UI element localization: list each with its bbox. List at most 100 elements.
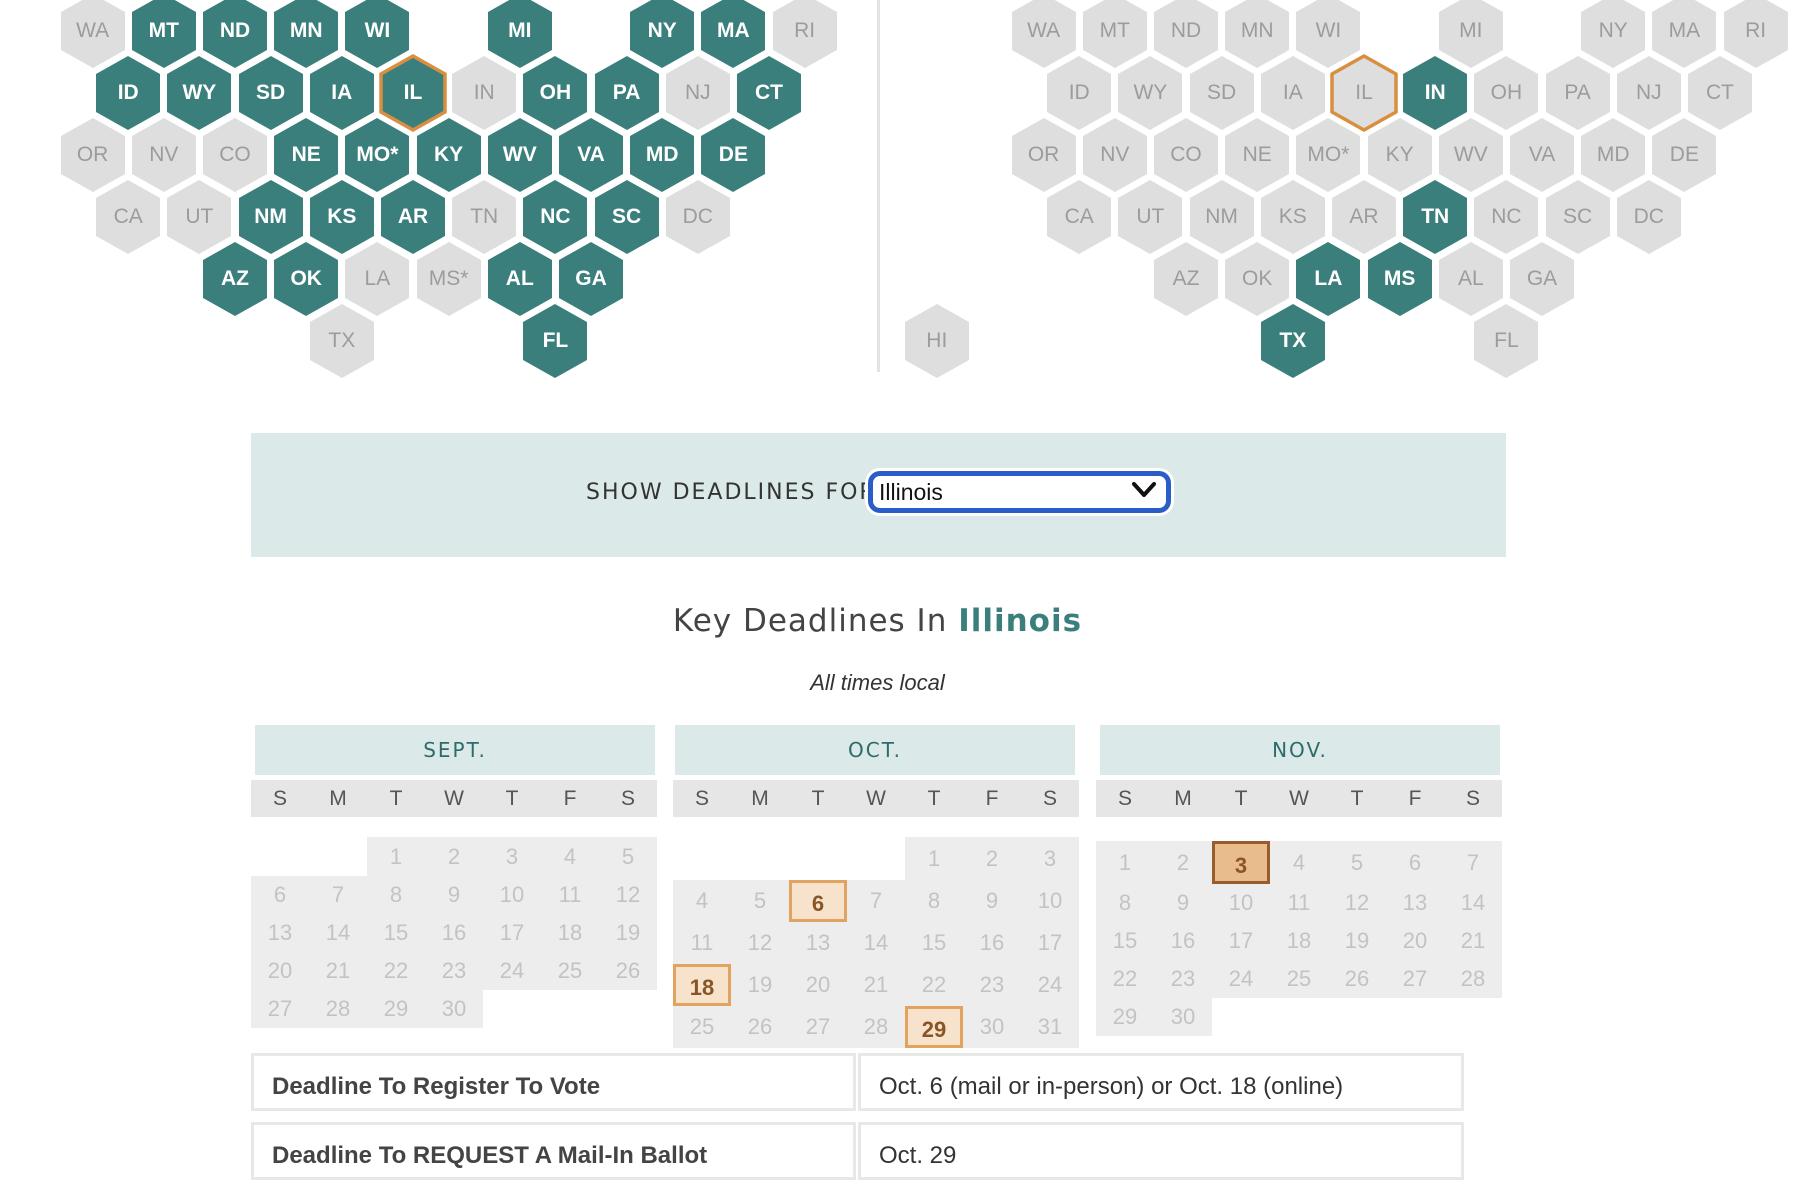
state-hex-label: AZ: [221, 267, 249, 290]
chevron-down-icon: [1132, 482, 1156, 497]
key-deadlines-prefix: Key Deadlines In: [672, 603, 948, 639]
calendar-day: 8: [367, 876, 425, 914]
state-hex-label: MS: [1383, 267, 1416, 290]
state-hex-label: HI: [926, 329, 948, 352]
state-select-value: Illinois: [879, 479, 943, 505]
calendar-day: 23: [425, 952, 483, 990]
calendar-day: 1: [367, 837, 425, 876]
calendar-day: 8: [905, 880, 963, 922]
times-note: All times local: [810, 670, 945, 695]
state-hex-fl[interactable]: FL: [1471, 301, 1541, 381]
deadline-day: 3: [1212, 841, 1270, 884]
calendar-day: 19: [731, 964, 789, 1006]
state-select[interactable]: Illinois: [868, 471, 1171, 513]
state-hex-ms[interactable]: MS: [1365, 239, 1435, 319]
calendar-day: 4: [1270, 841, 1328, 884]
deadline-label-cell: Deadline To REQUEST A Mail-In Ballot: [251, 1122, 856, 1180]
state-hex-ca[interactable]: CA: [93, 177, 163, 257]
state-hex-label: TX: [328, 329, 356, 352]
state-hex-az[interactable]: AZ: [1151, 239, 1221, 319]
calendar-day: 24: [1212, 960, 1270, 998]
calendar-day: 14: [309, 914, 367, 952]
calendar-day: 28: [1444, 960, 1502, 998]
calendar-day: 15: [905, 922, 963, 964]
key-deadlines-state: Illinois: [958, 603, 1083, 639]
calendar-day: 27: [251, 990, 309, 1028]
weekday-header: S: [251, 780, 309, 817]
state-hex-az[interactable]: AZ: [200, 239, 270, 319]
key-deadlines-title: Key Deadlines In Illinois: [0, 603, 1755, 639]
calendar-day: 25: [1270, 960, 1328, 998]
deadline-value-cell: Oct. 6 (mail or in-person) or Oct. 18 (o…: [858, 1053, 1464, 1111]
calendar-day: 26: [731, 1006, 789, 1048]
calendar-day: 29: [367, 990, 425, 1028]
calendar-day: 13: [789, 922, 847, 964]
state-hex-tx[interactable]: TX: [307, 301, 377, 381]
weekday-header: M: [309, 780, 367, 817]
calendar-day: 16: [963, 922, 1021, 964]
state-hex-tx[interactable]: TX: [1258, 301, 1328, 381]
state-hex-dc[interactable]: DC: [663, 177, 733, 257]
calendar-day: 3: [1021, 837, 1079, 880]
calendar-day: 29: [1096, 998, 1154, 1036]
calendar-day: 13: [1386, 884, 1444, 922]
weekday-header: S: [1444, 780, 1502, 817]
calendar-day: 31: [1021, 1006, 1079, 1048]
hex-map-left: WA MT ND MN WI MI NY MA RI ID WY SD IA IL IN OH PA NJ CT OR…: [0, 0, 870, 378]
calendar-day: 17: [1021, 922, 1079, 964]
calendar-day: 14: [1444, 884, 1502, 922]
calendar-day: 3: [483, 837, 541, 876]
weekday-header: W: [425, 780, 483, 817]
state-hex-ms[interactable]: MS*: [414, 239, 484, 319]
weekday-header: S: [673, 780, 731, 817]
calendar-day: 6: [1386, 841, 1444, 884]
state-hex-label: FL: [1494, 329, 1519, 352]
calendar-day: 10: [1021, 880, 1079, 922]
calendar-day: 19: [599, 914, 657, 952]
calendar-day: 25: [541, 952, 599, 990]
weekday-header: S: [1096, 780, 1154, 817]
weekday-header: S: [599, 780, 657, 817]
deadline-label: Deadline To Register To Vote: [272, 1073, 601, 1100]
calendar-day: 21: [847, 964, 905, 1006]
calendar-day: 2: [425, 837, 483, 876]
calendar-day: 15: [1096, 922, 1154, 960]
calendar-day: 11: [673, 922, 731, 964]
weekday-header: W: [847, 780, 905, 817]
state-hex-label: CA: [113, 205, 143, 228]
calendar-day: 18: [541, 914, 599, 952]
calendar-day: 6: [251, 876, 309, 914]
calendar-day: 16: [425, 914, 483, 952]
calendar-day: 26: [599, 952, 657, 990]
calendar-day: 23: [963, 964, 1021, 1006]
calendar-day: 11: [541, 876, 599, 914]
weekday-header: T: [1212, 780, 1270, 817]
calendar-day: 1: [1096, 841, 1154, 884]
deadline-row: Deadline To Register To Vote Oct. 6 (mail…: [251, 1053, 1464, 1117]
weekday-header: T: [1328, 780, 1386, 817]
weekday-header: S: [1021, 780, 1079, 817]
state-hex-label: MS*: [428, 267, 469, 290]
calendar-day: 18: [1270, 922, 1328, 960]
calendar-day: 30: [963, 1006, 1021, 1048]
calendar-day: 23: [1154, 960, 1212, 998]
state-hex-ca[interactable]: CA: [1044, 177, 1114, 257]
calendar-day: 5: [731, 880, 789, 922]
calendar-day: 15: [367, 914, 425, 952]
weekday-header: T: [483, 780, 541, 817]
deadline-label: Deadline To REQUEST A Mail-In Ballot: [272, 1142, 708, 1169]
deadline-value: Oct. 6 (mail or in-person) or Oct. 18 (o…: [879, 1073, 1344, 1100]
calendar-day: 7: [1444, 841, 1502, 884]
calendar-day: 1: [905, 837, 963, 880]
calendar-day: 14: [847, 922, 905, 964]
state-hex-label: AZ: [1172, 267, 1200, 290]
calendar-day: 9: [1154, 884, 1212, 922]
calendar-day: 2: [963, 837, 1021, 880]
calendar-day: 2: [1154, 841, 1212, 884]
calendar-day: 24: [483, 952, 541, 990]
state-hex-dc[interactable]: DC: [1614, 177, 1684, 257]
calendar-day: 5: [1328, 841, 1386, 884]
state-hex-fl[interactable]: FL: [520, 301, 590, 381]
state-hex-hi[interactable]: HI: [902, 301, 972, 381]
selector-label: SHOW DEADLINES FOR:: [586, 480, 886, 505]
